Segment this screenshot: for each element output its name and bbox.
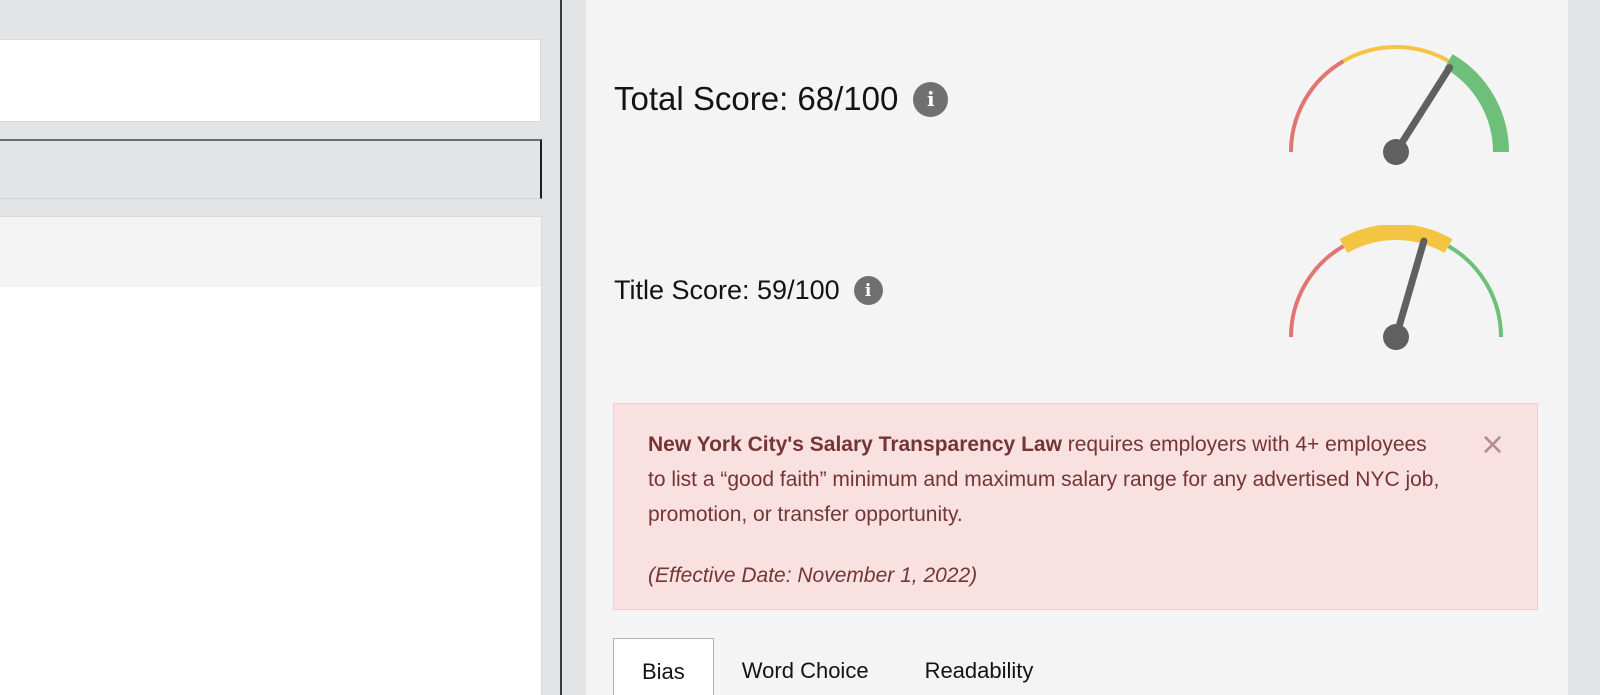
gauge-hub: [1383, 324, 1409, 350]
job-title-input[interactable]: [0, 39, 541, 122]
tab-bias[interactable]: Bias: [613, 638, 714, 695]
title-score-row: Title Score: 59/100 i: [614, 275, 883, 306]
close-icon[interactable]: ×: [1480, 430, 1505, 460]
tab-word-choice[interactable]: Word Choice: [714, 638, 897, 695]
title-score-gauge: [1289, 225, 1503, 350]
total-score-label: Total Score: 68/100: [614, 80, 899, 117]
salary-law-alert: New York City's Salary Transparency Law …: [613, 403, 1538, 610]
gauge-yellow-zone: [1339, 225, 1453, 254]
gauge-red-zone: [1289, 244, 1345, 338]
gauge-hub: [1383, 139, 1409, 165]
gauge-yellow-zone: [1342, 45, 1450, 63]
tab-readability[interactable]: Readability: [897, 638, 1062, 695]
gauge-green-zone: [1447, 244, 1503, 338]
total-score-gauge: [1289, 45, 1509, 165]
pane-divider[interactable]: [560, 0, 562, 695]
editor-pane: [0, 0, 560, 695]
analysis-tabs: Bias Word Choice Readability: [613, 638, 1061, 695]
total-score-row: Total Score: 68/100 i: [614, 80, 949, 118]
alert-law-name: New York City's Salary Transparency Law: [648, 433, 1062, 456]
gauge-needle: [1392, 237, 1428, 341]
alert-message: New York City's Salary Transparency Law …: [648, 427, 1448, 532]
gauge-red-zone: [1289, 59, 1345, 153]
title-score-label: Title Score: 59/100: [614, 275, 840, 305]
editor-panel-header: [0, 217, 541, 287]
gauge-green-zone: [1444, 54, 1509, 153]
info-icon[interactable]: i: [913, 81, 949, 117]
editor-panel[interactable]: [0, 216, 542, 695]
score-panel: Total Score: 68/100 i Title Score: 59/10…: [586, 0, 1568, 695]
editor-toolbar: [0, 139, 542, 199]
scrollbar-track[interactable]: [1568, 0, 1600, 695]
info-icon[interactable]: i: [853, 276, 883, 305]
gauge-needle: [1392, 64, 1454, 156]
alert-effective-date: (Effective Date: November 1, 2022): [648, 564, 978, 587]
